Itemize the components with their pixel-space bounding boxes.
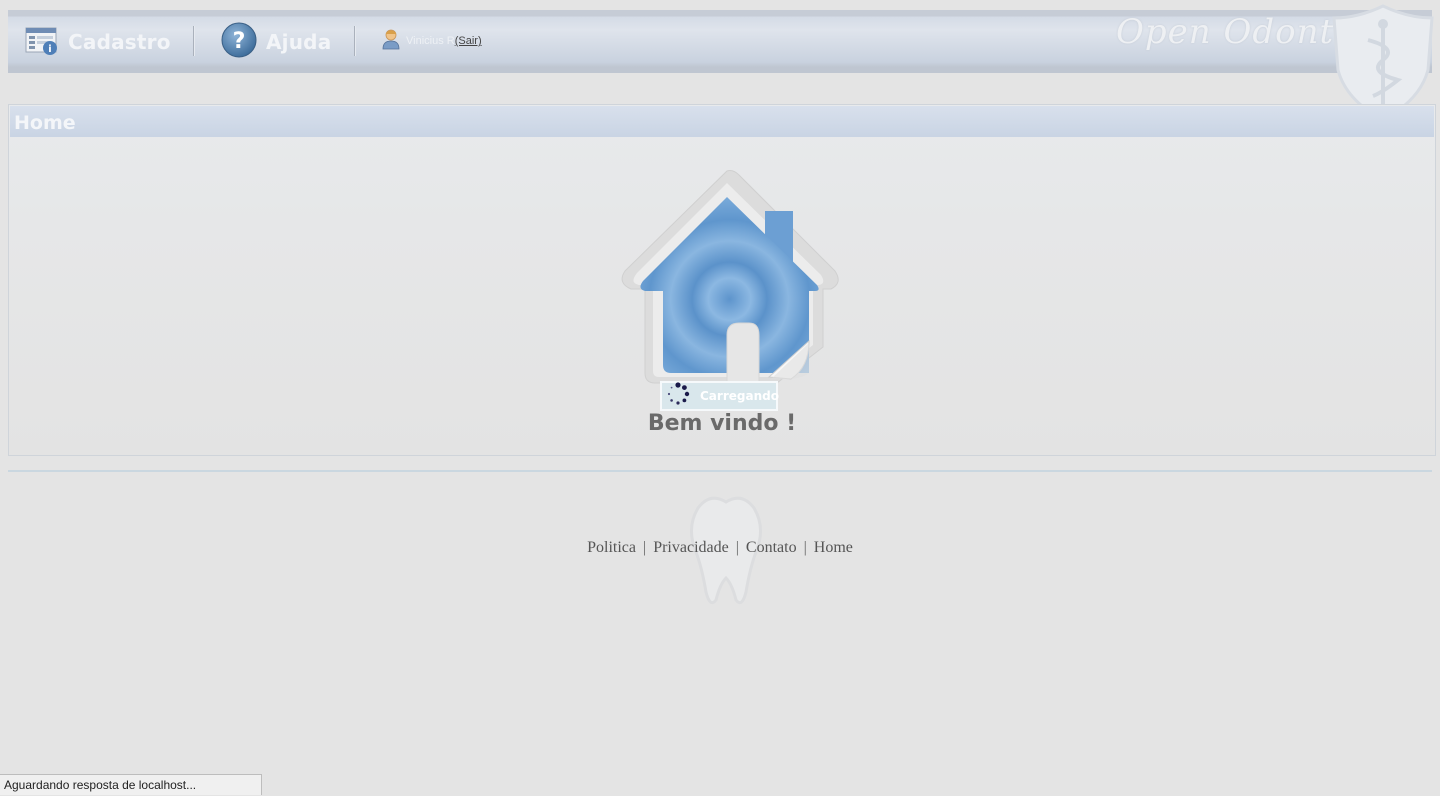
browser-status-bar: Aguardando resposta de localhost... — [0, 774, 262, 795]
brand-logo: Open Odonto — [1116, 12, 1356, 52]
svg-text:i: i — [48, 44, 51, 55]
panel-title-bar: Home — [10, 106, 1434, 137]
spinner-icon — [666, 381, 690, 411]
menu-ajuda-label: Ajuda — [266, 30, 332, 54]
page-title: Home — [14, 112, 76, 134]
registration-form-icon: i — [24, 24, 60, 61]
menu-cadastro-label: Cadastro — [68, 30, 171, 54]
svg-text:?: ? — [233, 29, 246, 54]
footer-link-contato[interactable]: Contato — [746, 539, 797, 556]
footer-link-home[interactable]: Home — [814, 539, 853, 556]
footer-separator: | — [642, 539, 647, 556]
menu-separator — [193, 26, 195, 56]
user-info: Vinicius R (Sair) — [382, 28, 482, 55]
home-panel: Home Carregando Bem vindo ! — [8, 104, 1436, 456]
logout-link[interactable]: (Sair) — [455, 35, 482, 47]
loading-indicator: Carregando — [660, 381, 779, 411]
footer-link-politica[interactable]: Politica — [587, 539, 636, 556]
help-icon: ? — [220, 21, 258, 64]
content-divider — [8, 470, 1432, 472]
menu-ajuda[interactable]: ? Ajuda — [220, 22, 331, 62]
menu-separator — [354, 26, 356, 56]
menu-cadastro[interactable]: i Cadastro — [24, 22, 171, 62]
welcome-message: Bem vindo ! — [647, 411, 797, 436]
user-icon — [382, 28, 400, 55]
home-icon — [609, 167, 841, 394]
footer-link-privacidade[interactable]: Privacidade — [653, 539, 729, 556]
top-header: i Cadastro ? Ajuda Vinicius R (Sair) Ope… — [8, 4, 1434, 122]
footer-separator: | — [735, 539, 739, 556]
user-name: Vinicius R — [406, 35, 455, 47]
footer-separator: | — [803, 539, 807, 556]
loading-text: Carregando — [700, 389, 779, 403]
footer-links: Politica | Privacidade | Contato | Home — [0, 539, 1440, 557]
